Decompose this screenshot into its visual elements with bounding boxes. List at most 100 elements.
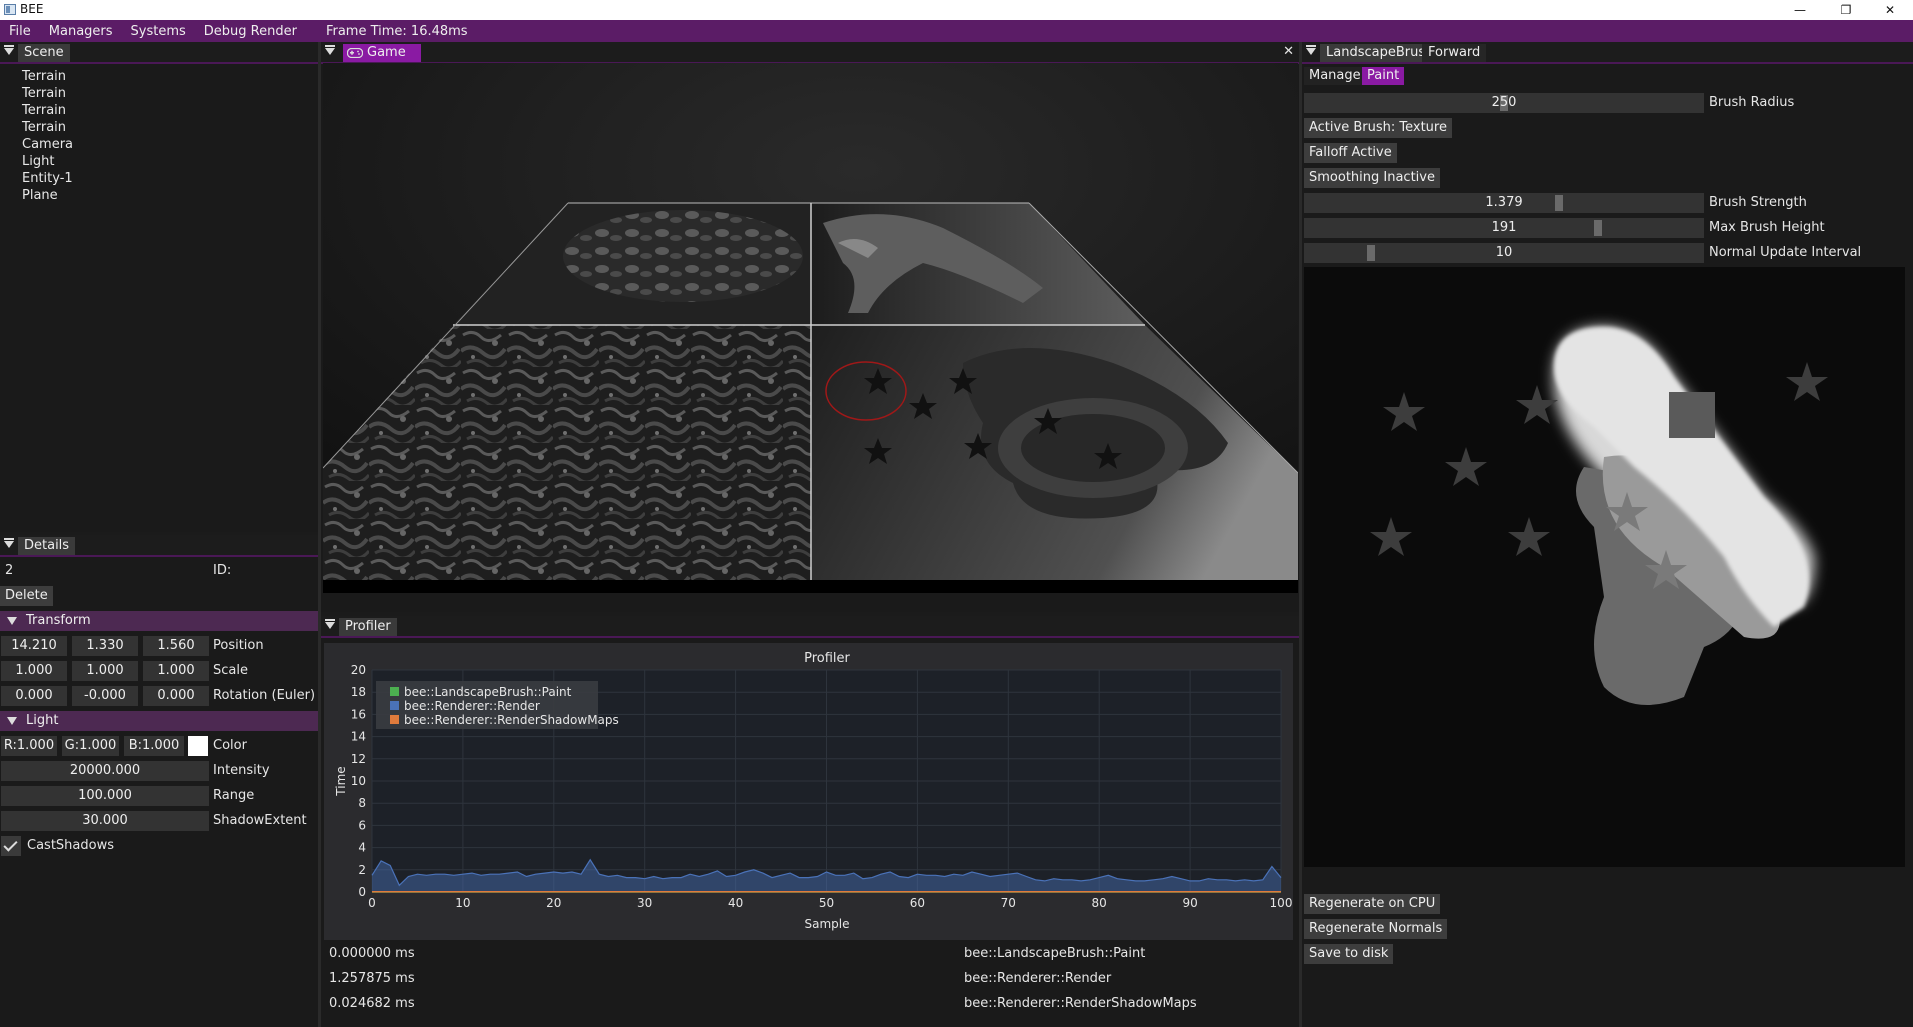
range-field[interactable]: 100.000 [1,786,209,806]
maximize-button[interactable]: ❐ [1823,0,1869,20]
scene-entity-item[interactable]: Terrain [22,68,73,85]
collapse-arrow-icon [7,717,17,725]
scene-entity-item[interactable]: Terrain [22,85,73,102]
scene-entity-item[interactable]: Light [22,153,73,170]
menu-systems[interactable]: Systems [122,24,195,39]
legend-swatch [390,687,399,696]
regenerate-cpu-button[interactable]: Regenerate on CPU [1304,894,1441,914]
tab-details[interactable]: Details [18,537,76,555]
profiler-time: 1.257875 ms [329,971,415,986]
landscape-panel: LandscapeBrush Forward Manage Paint 250 … [1302,42,1913,1027]
transform-header[interactable]: Transform [0,611,318,631]
subtab-paint[interactable]: Paint [1362,67,1405,85]
tab-game[interactable]: Game [343,44,421,62]
profiler-function: bee::LandscapeBrush::Paint [964,946,1146,961]
scale-z-field[interactable]: 1.000 [143,661,209,681]
menu-managers[interactable]: Managers [40,24,122,39]
shadow-extent-field[interactable]: 30.000 [1,811,209,831]
color-b-field[interactable]: B:1.000 [124,736,184,756]
active-brush-button[interactable]: Active Brush: Texture [1304,118,1452,138]
color-r-field[interactable]: R:1.000 [1,736,57,756]
light-header[interactable]: Light [0,711,318,731]
minimize-button[interactable]: — [1777,0,1823,20]
smoothing-button[interactable]: Smoothing Inactive [1304,168,1440,188]
splitter-right[interactable] [1299,42,1302,1027]
details-panel: Details 2 ID: Delete Transform 14.210 1.… [0,535,318,1027]
x-tick-label: 80 [1092,896,1107,910]
close-window-button[interactable]: ✕ [1867,0,1913,20]
scene-entity-list: Terrain Terrain Terrain Terrain Camera L… [22,68,73,204]
brush-strength-slider[interactable]: 1.379 [1304,193,1704,213]
legend-entry: bee::Renderer::Render [404,699,540,713]
slider-value: 250 [1491,95,1517,110]
tab-forward[interactable]: Forward [1422,44,1487,62]
position-x-field[interactable]: 14.210 [1,636,67,656]
y-tick-label: 10 [351,774,366,788]
y-tick-label: 18 [351,685,366,699]
legend-swatch [390,701,399,710]
app-icon [4,4,16,15]
rotation-y-field[interactable]: -0.000 [72,686,138,706]
normal-update-slider[interactable]: 10 [1304,243,1704,263]
profiler-chart: Profiler 0 2 4 6 8 10 12 14 16 18 20 0 10 20 30 40 50 60… [324,643,1293,940]
landscape-tabbar: LandscapeBrush Forward [1302,42,1913,64]
y-tick-label: 6 [358,818,366,832]
y-tick-label: 20 [351,663,366,677]
delete-button[interactable]: Delete [0,586,53,606]
save-to-disk-button[interactable]: Save to disk [1304,944,1394,964]
heightmap-preview[interactable] [1304,267,1905,867]
scene-entity-item[interactable]: Terrain [22,102,73,119]
heightmap-square [1669,392,1715,438]
subtab-manage[interactable]: Manage [1304,67,1366,85]
max-brush-height-slider[interactable]: 191 [1304,218,1704,238]
rotation-x-field[interactable]: 0.000 [1,686,67,706]
game-tab-label: Game [367,45,406,60]
scene-entity-item[interactable]: Entity-1 [22,170,73,187]
position-z-field[interactable]: 1.560 [143,636,209,656]
tab-scene[interactable]: Scene [18,44,70,62]
cast-shadows-checkbox[interactable] [1,836,21,856]
frame-time: Frame Time: 16.48ms [325,23,468,39]
falloff-button[interactable]: Falloff Active [1304,143,1397,163]
scene-entity-item[interactable]: Camera [22,136,73,153]
collapse-arrow-icon[interactable] [325,619,335,629]
scale-label: Scale [213,663,248,678]
close-game-tab-icon[interactable]: ✕ [1283,44,1294,59]
scene-entity-item[interactable]: Terrain [22,119,73,136]
menu-bar: File Managers Systems Debug Render Frame… [0,20,1913,42]
legend-entry: bee::Renderer::RenderShadowMaps [404,713,619,727]
color-swatch[interactable] [188,736,208,756]
collapse-arrow-icon[interactable] [4,45,14,55]
collapse-arrow-icon[interactable] [4,538,14,548]
position-y-field[interactable]: 1.330 [72,636,138,656]
profiler-function: bee::Renderer::Render [964,971,1112,986]
y-tick-label: 12 [351,752,366,766]
game-viewport[interactable] [323,63,1298,593]
color-g-field[interactable]: G:1.000 [62,736,119,756]
collapse-arrow-icon[interactable] [1306,45,1316,55]
scale-x-field[interactable]: 1.000 [1,661,67,681]
legend-entry: bee::LandscapeBrush::Paint [404,685,572,699]
scale-y-field[interactable]: 1.000 [72,661,138,681]
game-tabbar: Game ✕ [321,42,1300,64]
brush-radius-slider[interactable]: 250 [1304,93,1704,113]
x-tick-label: 0 [368,896,376,910]
rotation-z-field[interactable]: 0.000 [143,686,209,706]
collapse-arrow-icon[interactable] [325,45,335,55]
menu-file[interactable]: File [0,24,40,39]
splitter-left[interactable] [318,42,321,1027]
color-label: Color [213,738,247,753]
x-tick-label: 50 [819,896,834,910]
legend-swatch [390,715,399,724]
normal-update-label: Normal Update Interval [1709,245,1862,260]
slider-value: 191 [1491,220,1517,235]
regenerate-normals-button[interactable]: Regenerate Normals [1304,919,1448,939]
x-tick-label: 30 [637,896,652,910]
intensity-label: Intensity [213,763,270,778]
menu-debug-render[interactable]: Debug Render [195,24,306,39]
scene-entity-item[interactable]: Plane [22,187,73,204]
cast-shadows-label: CastShadows [27,838,114,853]
intensity-field[interactable]: 20000.000 [1,761,209,781]
tab-profiler[interactable]: Profiler [339,618,397,636]
details-tabbar: Details [0,535,318,557]
